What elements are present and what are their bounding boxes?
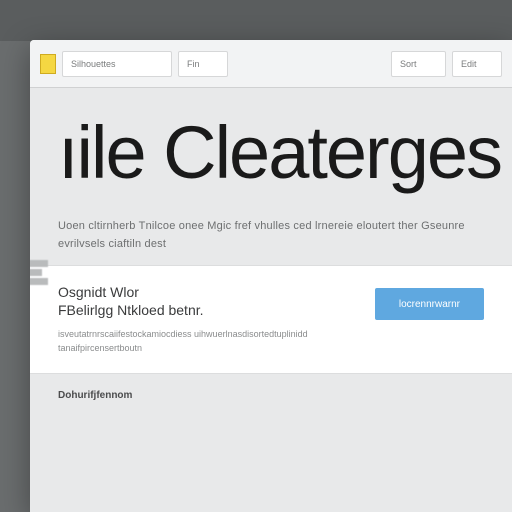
toolbar-field-3[interactable]: Sort: [391, 51, 446, 77]
toolbar-field-2[interactable]: Fin: [178, 51, 228, 77]
app-window: Silhouettes Fin Sort Edit ıile Cleaterge…: [30, 40, 512, 512]
card-title: Osgnidt Wlor: [58, 284, 363, 300]
cta-button[interactable]: locrennrwarnr: [375, 288, 484, 320]
toolbar-field-4[interactable]: Edit: [452, 51, 502, 77]
card-text: Osgnidt Wlor FBelirlgg Ntkloed betnr. is…: [58, 284, 363, 355]
intro-paragraph: Uoen cltirnherb Tnilcoe onee Mgic fref v…: [58, 218, 484, 253]
card-description: isveutatrnrscaiifestockamiocdiess uihwue…: [58, 328, 363, 355]
card-subtitle: FBelirlgg Ntkloed betnr.: [58, 302, 363, 318]
feature-card: Osgnidt Wlor FBelirlgg Ntkloed betnr. is…: [30, 265, 512, 374]
content-area: ıile Cleaterges Uoen cltirnherb Tnilcoe …: [30, 88, 512, 512]
side-stamp: [30, 260, 52, 287]
toolbar-field-1[interactable]: Silhouettes: [62, 51, 172, 77]
footer-link[interactable]: Dohurifjfennom: [58, 390, 484, 401]
app-badge-icon: [40, 54, 56, 74]
toolbar: Silhouettes Fin Sort Edit: [30, 40, 512, 88]
hero-title: ıile Cleaterges: [58, 116, 484, 190]
